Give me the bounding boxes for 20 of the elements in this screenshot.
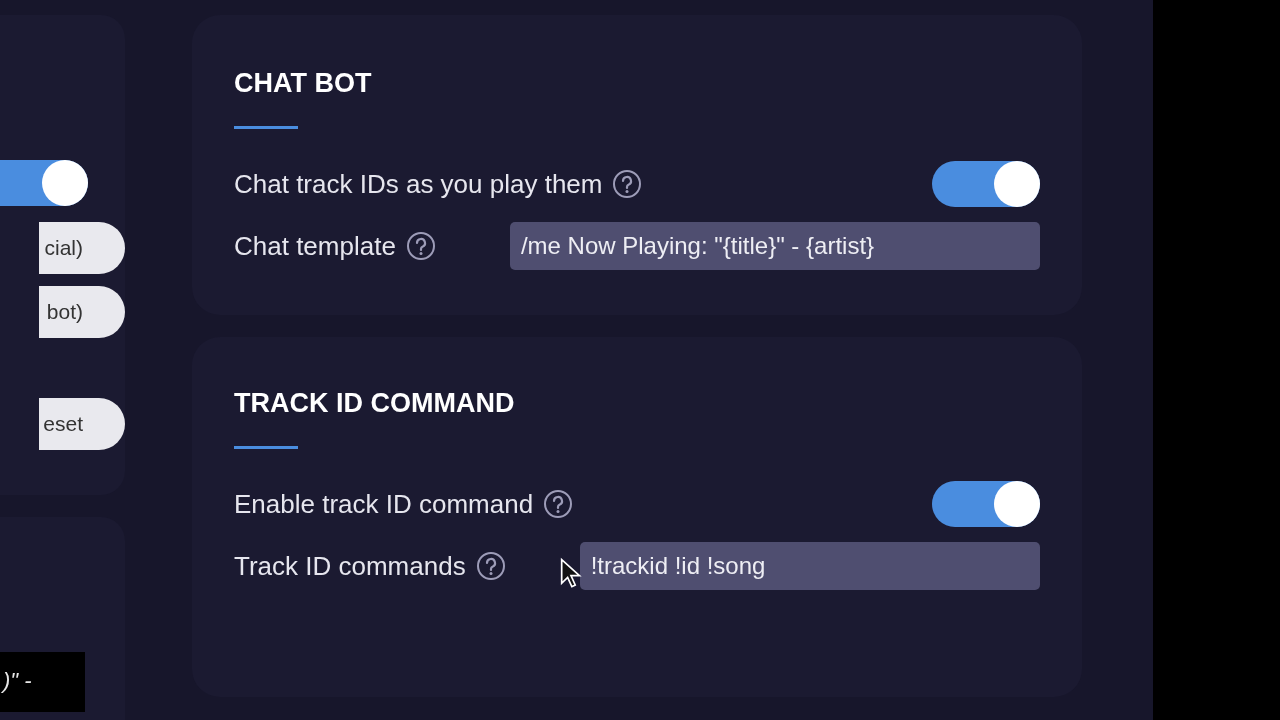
text-field[interactable]: !trackid !id !song: [579, 542, 1040, 590]
option-button[interactable]: bot): [39, 286, 125, 338]
section-title: TRACK ID COMMAND: [234, 387, 516, 419]
option-button[interactable]: eset: [39, 398, 125, 450]
setting-label: Enable track ID command: [234, 487, 534, 521]
help-icon[interactable]: [405, 231, 436, 261]
caption-box: )" -: [0, 652, 85, 712]
toggle-switch[interactable]: [932, 481, 1040, 527]
text-field[interactable]: /me Now Playing: "{title}" - {artist}: [509, 222, 1040, 270]
option-button[interactable]: cial): [39, 222, 125, 274]
toggle-switch[interactable]: [932, 161, 1040, 207]
help-icon[interactable]: [475, 551, 506, 581]
help-icon[interactable]: [612, 169, 643, 199]
section-title: CHAT BOT: [234, 67, 373, 99]
mouse-cursor-icon: [560, 557, 582, 591]
toggle-switch[interactable]: [0, 160, 88, 206]
help-icon[interactable]: [543, 489, 574, 519]
setting-label: Chat track IDs as you play them: [234, 167, 603, 201]
setting-label: Chat template: [234, 229, 396, 263]
setting-label: Track ID commands: [234, 549, 466, 583]
